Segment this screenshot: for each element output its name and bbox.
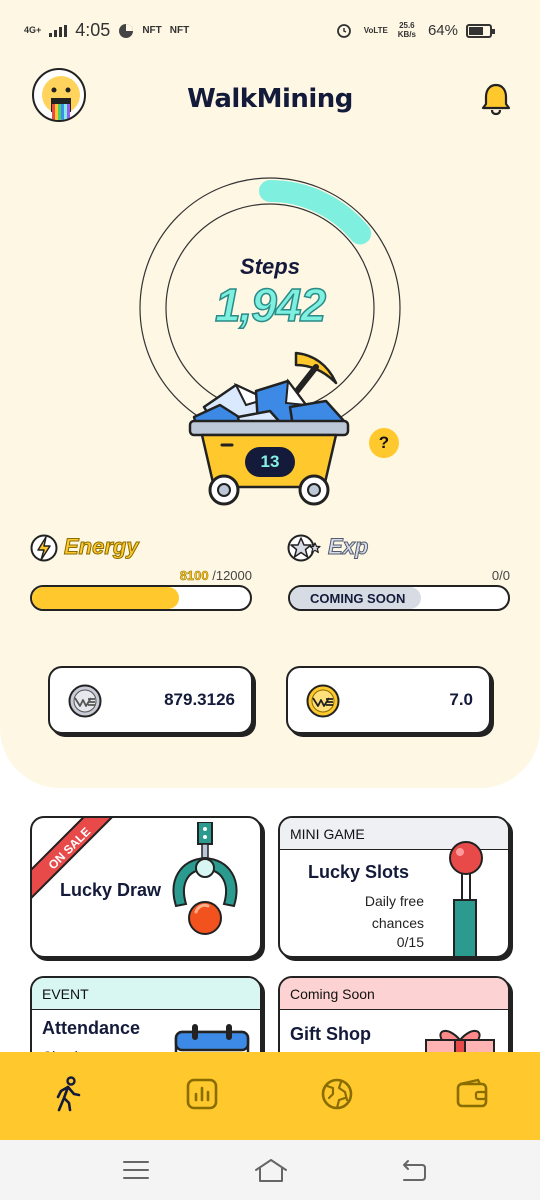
silver-balance-value: 879.3126	[164, 690, 235, 709]
app-title: WalkMining	[187, 84, 353, 114]
exp-bar: COMING SOON	[288, 585, 510, 611]
stats-icon[interactable]	[184, 1076, 220, 1112]
nft-indicator-1: NFT	[142, 25, 162, 36]
gold-we-coin-icon	[306, 684, 340, 718]
lucky-slots-title: Lucky Slots	[308, 862, 410, 882]
walk-icon[interactable]	[50, 1076, 86, 1112]
energy-bar-fill	[32, 587, 180, 609]
home-icon[interactable]	[254, 1157, 288, 1183]
avatar[interactable]	[32, 68, 86, 122]
clock: 4:05	[75, 20, 111, 40]
signal-icon	[49, 24, 68, 37]
energy-max: /12000	[212, 568, 252, 583]
back-icon[interactable]	[398, 1157, 428, 1183]
network-indicator: 4G+	[24, 25, 42, 35]
steps-label: Steps	[240, 254, 300, 279]
mining-cart-icon	[188, 351, 350, 506]
steps-count: 1,942	[214, 278, 327, 332]
help-button[interactable]: ?	[369, 428, 399, 458]
status-bar: 4G+ 4:05 NFT NFT VoLTE 25.6 KB/s 64%	[0, 0, 540, 62]
gift-shop-header: Coming Soon	[280, 978, 508, 1010]
data-saver-icon	[119, 23, 134, 38]
battery-icon	[466, 24, 495, 38]
event-header: EVENT	[32, 978, 260, 1010]
attendance-title: Attendance	[42, 1018, 141, 1038]
stars-icon	[287, 534, 321, 562]
mini-game-card[interactable]: MINI GAME Lucky Slots Daily free chances…	[278, 816, 510, 958]
lucky-draw-title: Lucky Draw	[60, 880, 162, 900]
exp-amount: 0/0	[491, 568, 510, 583]
slot-lever-icon	[449, 841, 483, 956]
lucky-draw-card[interactable]: ON SALE Lucky Draw	[30, 816, 262, 958]
bell-icon[interactable]	[480, 82, 512, 116]
exp-coming-soon: COMING SOON	[310, 591, 406, 606]
gift-shop-title: Gift Shop	[290, 1024, 371, 1044]
energy-current: 8100	[179, 568, 209, 584]
lucky-slots-subtitle: Daily free chances	[364, 893, 424, 931]
system-navigation-bar	[0, 1140, 540, 1200]
silver-balance-card[interactable]: 879.3126	[48, 666, 253, 734]
gold-balance-value: 7.0	[449, 690, 473, 709]
battery-percent: 64%	[427, 21, 458, 39]
volte-indicator: VoLTE	[363, 25, 388, 35]
menu-icon[interactable]	[121, 1157, 151, 1183]
silver-we-coin-icon	[68, 684, 102, 718]
gold-balance-card[interactable]: 7.0	[286, 666, 491, 734]
energy-bar	[30, 585, 252, 611]
alarm-icon	[336, 24, 351, 38]
bottom-navigation	[0, 1052, 540, 1140]
globe-icon[interactable]	[319, 1076, 355, 1112]
cart-count-badge: 13	[245, 447, 295, 477]
claw-machine-icon	[172, 822, 238, 935]
wallet-icon[interactable]	[454, 1076, 490, 1112]
lightning-icon	[30, 534, 58, 562]
network-speed: 25.6 KB/s	[397, 21, 416, 39]
exp-label: Exp	[327, 534, 369, 560]
lucky-slots-count: 0/15	[396, 934, 424, 950]
energy-label: Energy	[64, 534, 140, 560]
nft-indicator-2: NFT	[169, 25, 190, 36]
energy-amount: 8100 /12000	[160, 568, 252, 584]
